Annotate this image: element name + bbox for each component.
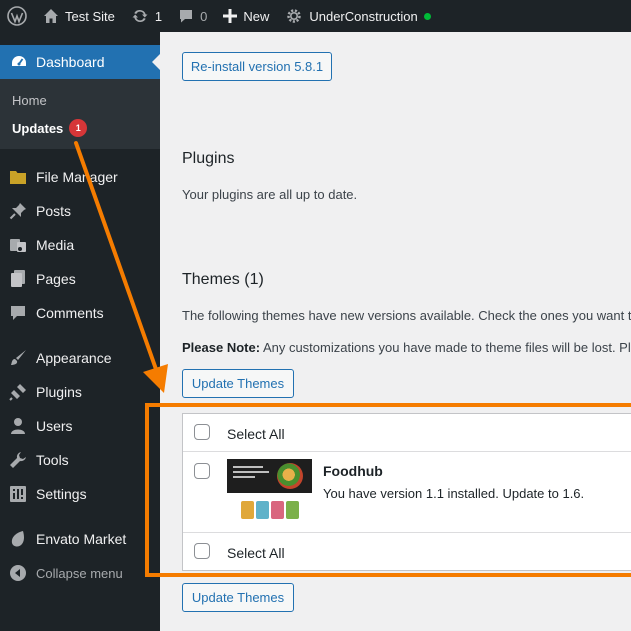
sidebar-item-tools[interactable]: Tools [0,445,160,475]
thumb-text-line [233,471,269,473]
plus-icon [223,9,238,23]
site-name-link[interactable]: Test Site [35,0,123,32]
themes-intro-text: The following themes have new versions a… [182,308,631,323]
submenu-item-home[interactable]: Home [12,93,47,108]
underconstruction-label: UnderConstruction [309,8,418,24]
admin-sidebar: Dashboard Home Updates 1 File Manager Po… [0,32,160,631]
select-all-label-bottom[interactable]: Select All [227,545,285,561]
brush-icon [9,349,27,367]
folder-icon [9,168,27,186]
sidebar-item-label: File Manager [36,169,118,185]
themes-heading: Themes (1) [182,271,264,288]
select-all-checkbox-bottom[interactable] [194,543,210,559]
sidebar-item-label: Pages [36,271,76,287]
sidebar-item-label: Envato Market [36,531,127,547]
thumb-text-line [233,466,263,468]
sidebar-item-posts[interactable]: Posts [0,196,160,226]
theme-screenshot [227,459,312,525]
wordpress-logo-icon[interactable] [0,0,35,32]
reinstall-button[interactable]: Re-install version 5.8.1 [182,52,332,81]
submenu-item-label: Updates [12,120,64,136]
sidebar-item-users[interactable]: Users [0,411,160,441]
sidebar-item-label: Dashboard [36,54,105,70]
sidebar-item-media[interactable]: Media [0,230,160,260]
food-plate-image [277,463,303,489]
thumb-card [271,501,284,519]
thumb-text-line [233,476,255,478]
plugins-heading: Plugins [182,150,235,167]
media-icon [9,236,27,254]
plugins-status-text: Your plugins are all up to date. [182,187,358,202]
dashboard-submenu: Home Updates 1 [0,79,160,149]
settings-icon [9,485,27,503]
new-content-link[interactable]: New [215,0,277,32]
themes-update-table: Select All Foodhub You have version 1.1 … [182,413,631,571]
row-divider [183,532,631,533]
thumb-card [256,501,269,519]
gear-icon [287,9,302,23]
sidebar-item-appearance[interactable]: Appearance [0,343,160,373]
sidebar-item-dashboard[interactable]: Dashboard [0,45,160,79]
underconstruction-link[interactable]: UnderConstruction [277,0,438,32]
pin-icon [9,202,27,220]
update-count-badge: 1 [69,119,88,137]
theme-screenshot-banner [227,459,312,493]
note-text: Any customizations you have made to them… [260,340,631,355]
sidebar-item-plugins[interactable]: Plugins [0,377,160,407]
admin-bar: Test Site 1 0 New UnderConstruction [0,0,631,32]
updates-count: 1 [154,8,163,24]
main-content: Re-install version 5.8.1 Plugins Your pl… [160,32,631,631]
home-icon [44,9,58,23]
sidebar-item-pages[interactable]: Pages [0,264,160,294]
select-all-checkbox-top[interactable] [194,424,210,440]
plug-icon [9,383,27,401]
sidebar-item-file-manager[interactable]: File Manager [0,162,160,192]
user-icon [9,417,27,435]
pages-icon [9,270,27,288]
wrench-icon [9,451,27,469]
comments-count: 0 [200,8,208,24]
sidebar-item-label: Settings [36,486,87,502]
current-menu-pointer [152,54,160,70]
status-dot [423,12,431,20]
submenu-item-updates[interactable]: Updates 1 [12,119,88,137]
theme-name: Foodhub [323,463,383,479]
dashboard-icon [12,56,26,66]
themes-note: Please Note: Any customizations you have… [182,340,631,355]
thumb-card [286,501,299,519]
sidebar-item-label: Plugins [36,384,82,400]
row-divider [183,451,631,452]
theme-checkbox-foodhub[interactable] [194,463,210,479]
note-label: Please Note: [182,340,261,355]
sidebar-item-label: Comments [36,305,104,321]
updates-link[interactable]: 1 [123,0,170,32]
update-themes-button-top[interactable]: Update Themes [182,369,294,398]
sidebar-item-comments[interactable]: Comments [0,298,160,328]
sidebar-item-label: Appearance [36,350,112,366]
select-all-label-top[interactable]: Select All [227,426,285,442]
thumb-card [241,501,254,519]
sidebar-item-label: Media [36,237,75,253]
refresh-icon [132,9,148,23]
collapse-menu-button[interactable]: Collapse menu [0,558,160,588]
comments-link[interactable]: 0 [170,0,215,32]
sidebar-item-settings[interactable]: Settings [0,479,160,509]
collapse-icon [9,564,27,582]
update-themes-button-bottom[interactable]: Update Themes [182,583,294,612]
sidebar-item-label: Posts [36,203,72,219]
leaf-icon [9,530,27,548]
comment-icon [9,304,27,322]
theme-version-info: You have version 1.1 installed. Update t… [323,486,585,501]
site-name: Test Site [65,8,115,24]
sidebar-item-label: Users [36,418,73,434]
sidebar-item-label: Tools [36,452,69,468]
collapse-menu-label: Collapse menu [36,565,123,581]
sidebar-item-envato-market[interactable]: Envato Market [0,524,160,554]
new-label: New [243,8,270,24]
comment-icon [180,10,193,23]
